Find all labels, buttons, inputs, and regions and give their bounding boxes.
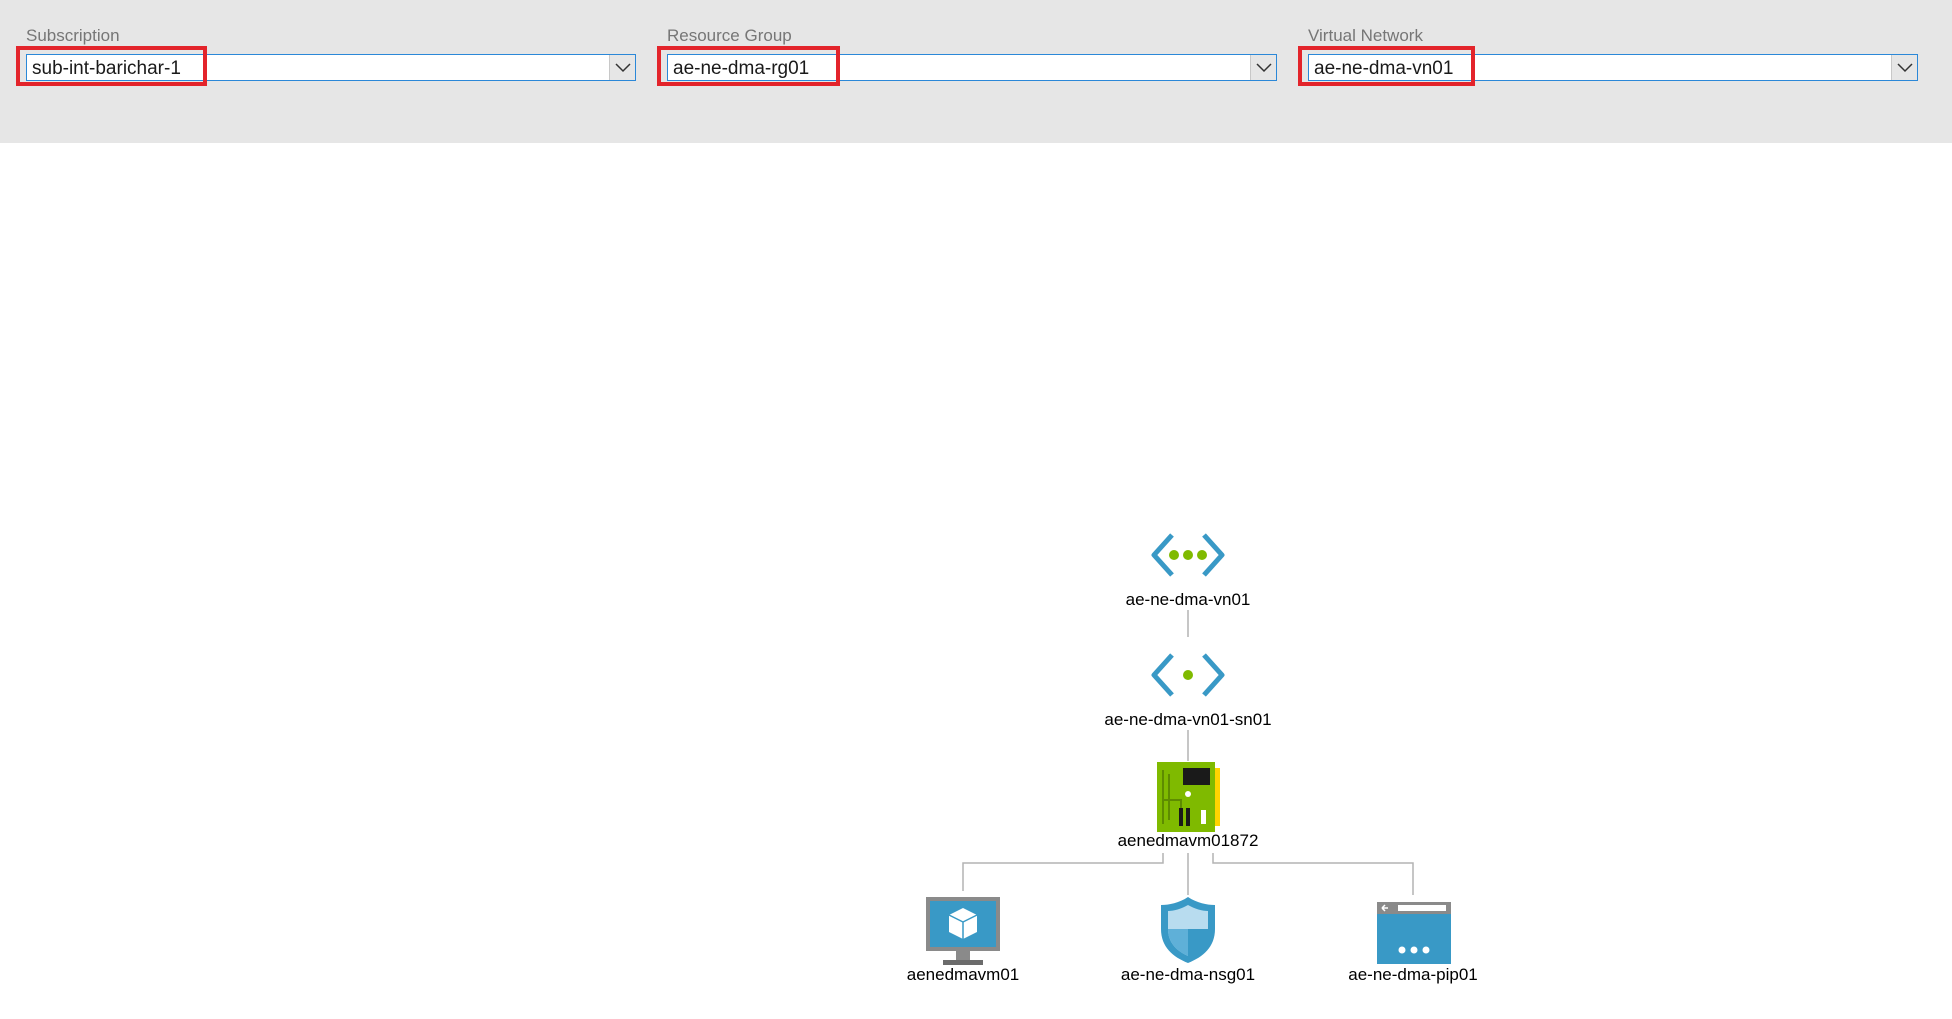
virtual-network-icon — [1151, 533, 1225, 577]
vnet-name: ae-ne-dma-vn01 — [1125, 590, 1251, 609]
subnet-icon — [1151, 653, 1225, 697]
virtual-network-highlight-box — [1298, 46, 1475, 86]
pip-name: ae-ne-dma-pip01 — [1348, 965, 1478, 984]
resource-group-highlight-box — [657, 46, 840, 86]
resource-group-label: Resource Group — [667, 26, 792, 45]
topology-connectors — [962, 610, 1414, 895]
filter-bar: Subscription sub-int-barichar-1 Resource… — [0, 0, 1952, 143]
chevron-down-icon[interactable] — [1250, 55, 1276, 80]
network-interface-icon — [1157, 762, 1220, 832]
virtual-machine-icon — [926, 897, 1000, 965]
nsg-name: ae-ne-dma-nsg01 — [1120, 965, 1256, 984]
subnet-name: ae-ne-dma-vn01-sn01 — [1104, 710, 1272, 729]
subscription-highlight-box — [16, 46, 207, 86]
subscription-label: Subscription — [26, 26, 120, 45]
public-ip-icon — [1377, 902, 1451, 964]
connector-nic-pip — [1212, 853, 1414, 895]
vm-name: aenedmavm01 — [906, 965, 1020, 984]
network-security-group-icon — [1161, 897, 1215, 963]
connector-nic-vm — [962, 853, 1164, 891]
virtual-network-label: Virtual Network — [1308, 26, 1423, 45]
chevron-down-icon[interactable] — [1891, 55, 1917, 80]
topology-canvas: ae-ne-dma-vn01 ae-ne-dma-vn01-sn01 aened… — [0, 143, 1952, 1019]
nic-name: aenedmavm01872 — [1117, 831, 1259, 850]
chevron-down-icon[interactable] — [609, 55, 635, 80]
